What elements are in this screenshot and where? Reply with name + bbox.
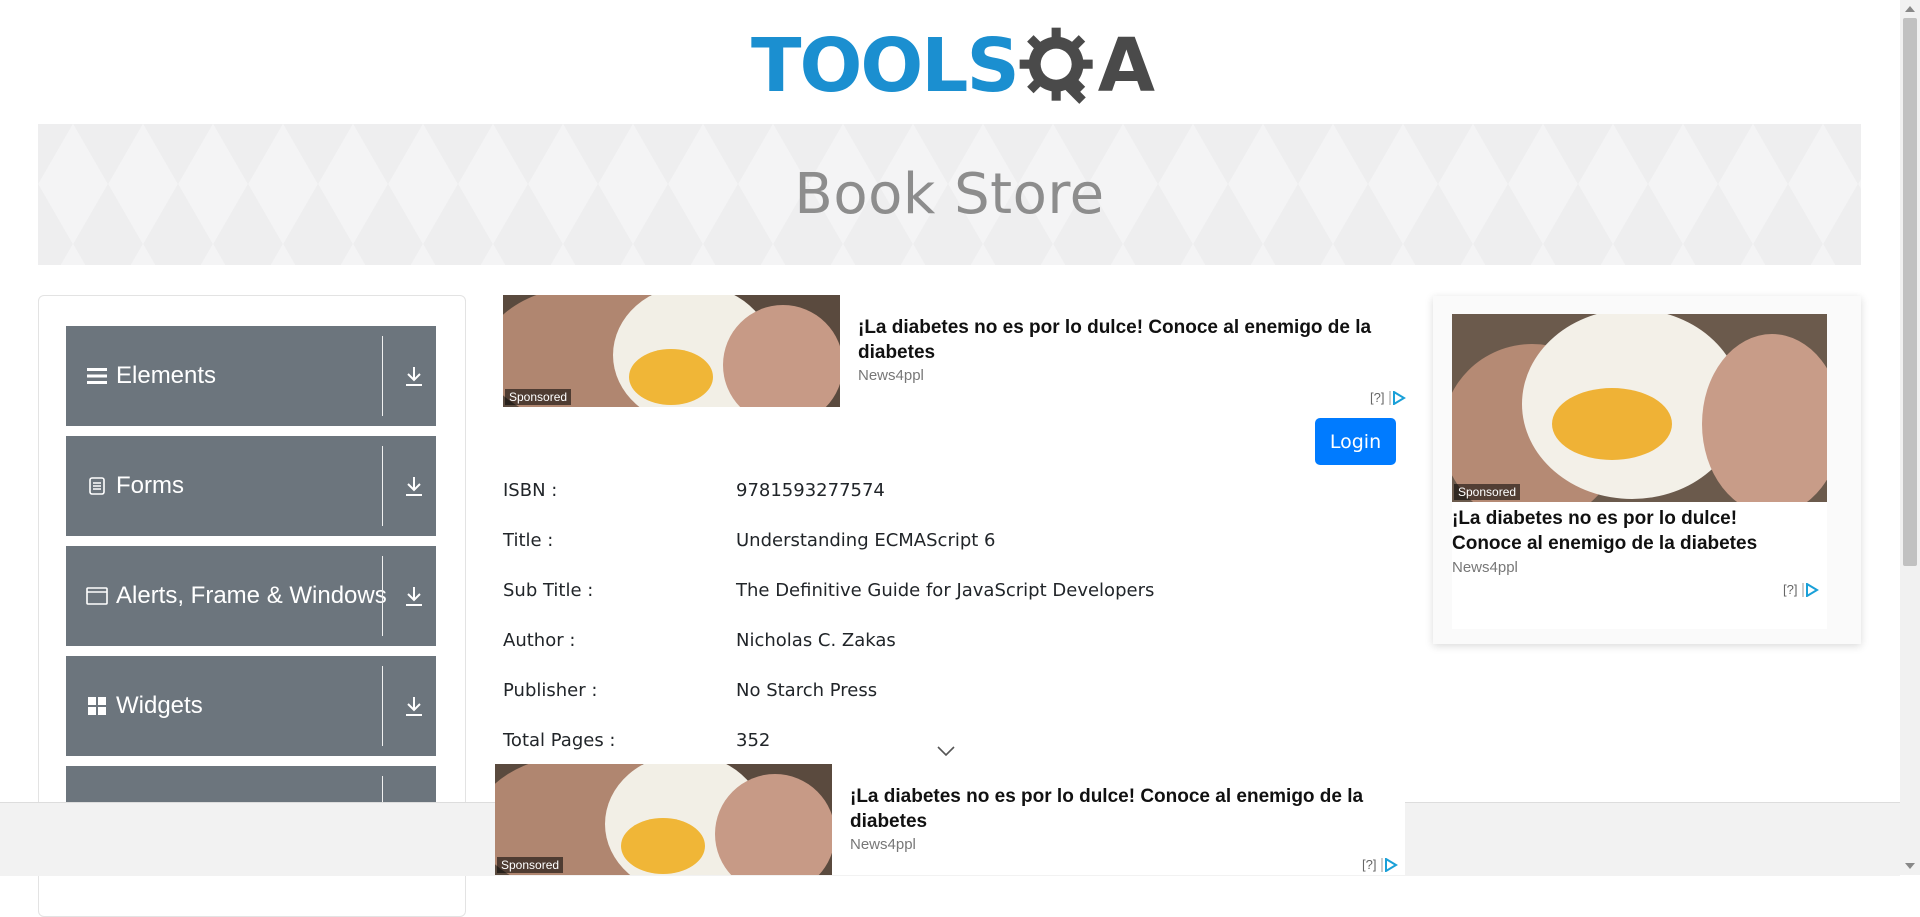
title-label: Title : (503, 530, 554, 551)
author-label: Author : (503, 630, 576, 651)
adchoices-icon (1389, 390, 1407, 405)
page-title: Book Store (794, 162, 1105, 227)
divider (382, 446, 383, 526)
ad-info[interactable]: [?] (1783, 582, 1820, 597)
hamburger-icon (86, 365, 108, 387)
download-arrow-icon[interactable] (402, 364, 426, 388)
logo-tools-text: TOOLS (751, 23, 1020, 109)
sidebar-group-label: Elements (116, 362, 217, 389)
ad-bottom[interactable]: Sponsored ¡La diabetes no es por lo dulc… (495, 764, 1405, 875)
scroll-down-arrow[interactable] (1905, 863, 1915, 869)
sidebar-group-elements[interactable]: Elements (66, 326, 436, 426)
download-arrow-icon[interactable] (402, 474, 426, 498)
divider (382, 666, 383, 746)
vertical-scrollbar[interactable] (1900, 0, 1920, 875)
toolsqa-logo[interactable]: TOOLS A (751, 20, 1155, 112)
ad-info[interactable]: [?] (1370, 390, 1407, 405)
document-icon (86, 475, 108, 497)
download-arrow-icon[interactable] (402, 694, 426, 718)
subtitle-value: The Definitive Guide for JavaScript Deve… (736, 580, 1155, 601)
sponsored-label: Sponsored (497, 857, 564, 873)
publisher-label: Publisher : (503, 680, 598, 701)
ad-info-label: [?] (1370, 390, 1385, 405)
login-button[interactable]: Login (1315, 418, 1396, 465)
scroll-up-arrow[interactable] (1905, 6, 1915, 12)
author-value: Nicholas C. Zakas (736, 630, 896, 651)
sidebar-group-label: Forms (116, 472, 184, 499)
adchoices-icon (1802, 582, 1820, 597)
ad-info-label: [?] (1362, 857, 1377, 872)
divider (382, 556, 383, 636)
ad-title[interactable]: ¡La diabetes no es por lo dulce! Conoce … (858, 315, 1398, 365)
ad-source: News4ppl (850, 836, 916, 853)
publisher-value: No Starch Press (736, 680, 878, 701)
total-pages-label: Total Pages : (503, 730, 616, 751)
isbn-label: ISBN : (503, 480, 558, 501)
sponsored-label: Sponsored (505, 389, 572, 405)
adchoices-icon (1381, 857, 1399, 872)
sidebar-group-widgets[interactable]: Widgets (66, 656, 436, 756)
sidebar-group-label: Alerts, Frame & Windows (116, 582, 387, 609)
egg-image (1452, 314, 1827, 502)
page-banner: Book Store (38, 124, 1861, 265)
title-value: Understanding ECMAScript 6 (736, 530, 996, 551)
ad-title[interactable]: ¡La diabetes no es por lo dulce! Conoce … (850, 784, 1390, 834)
sidebar-group-alerts[interactable]: Alerts, Frame & Windows (66, 546, 436, 646)
ad-source: News4ppl (1452, 559, 1518, 576)
sidebar-group-label: Widgets (116, 692, 203, 719)
divider (382, 336, 383, 416)
chevron-down-icon[interactable] (936, 744, 956, 758)
grid-icon (86, 695, 108, 717)
sidebar-group-forms[interactable]: Forms (66, 436, 436, 536)
ad-image[interactable]: Sponsored (495, 764, 832, 875)
ad-image[interactable]: Sponsored (503, 295, 840, 407)
isbn-value: 9781593277574 (736, 480, 885, 501)
window-icon (86, 585, 108, 607)
ad-image[interactable]: Sponsored (1452, 314, 1827, 502)
scroll-thumb[interactable] (1903, 18, 1917, 566)
ad-info-label: [?] (1783, 582, 1798, 597)
total-pages-value: 352 (736, 730, 771, 751)
ad-title[interactable]: ¡La diabetes no es por lo dulce! Conoce … (1452, 506, 1797, 556)
ad-source: News4ppl (858, 367, 924, 384)
sponsored-label: Sponsored (1454, 484, 1521, 500)
download-arrow-icon[interactable] (402, 584, 426, 608)
logo-qa-text: A (1097, 23, 1155, 109)
subtitle-label: Sub Title : (503, 580, 594, 601)
gear-icon (1019, 27, 1093, 104)
ad-info[interactable]: [?] (1362, 857, 1399, 872)
ad-inline-top[interactable]: Sponsored ¡La diabetes no es por lo dulc… (503, 295, 1407, 410)
ad-side[interactable]: Sponsored ¡La diabetes no es por lo dulc… (1433, 296, 1861, 644)
